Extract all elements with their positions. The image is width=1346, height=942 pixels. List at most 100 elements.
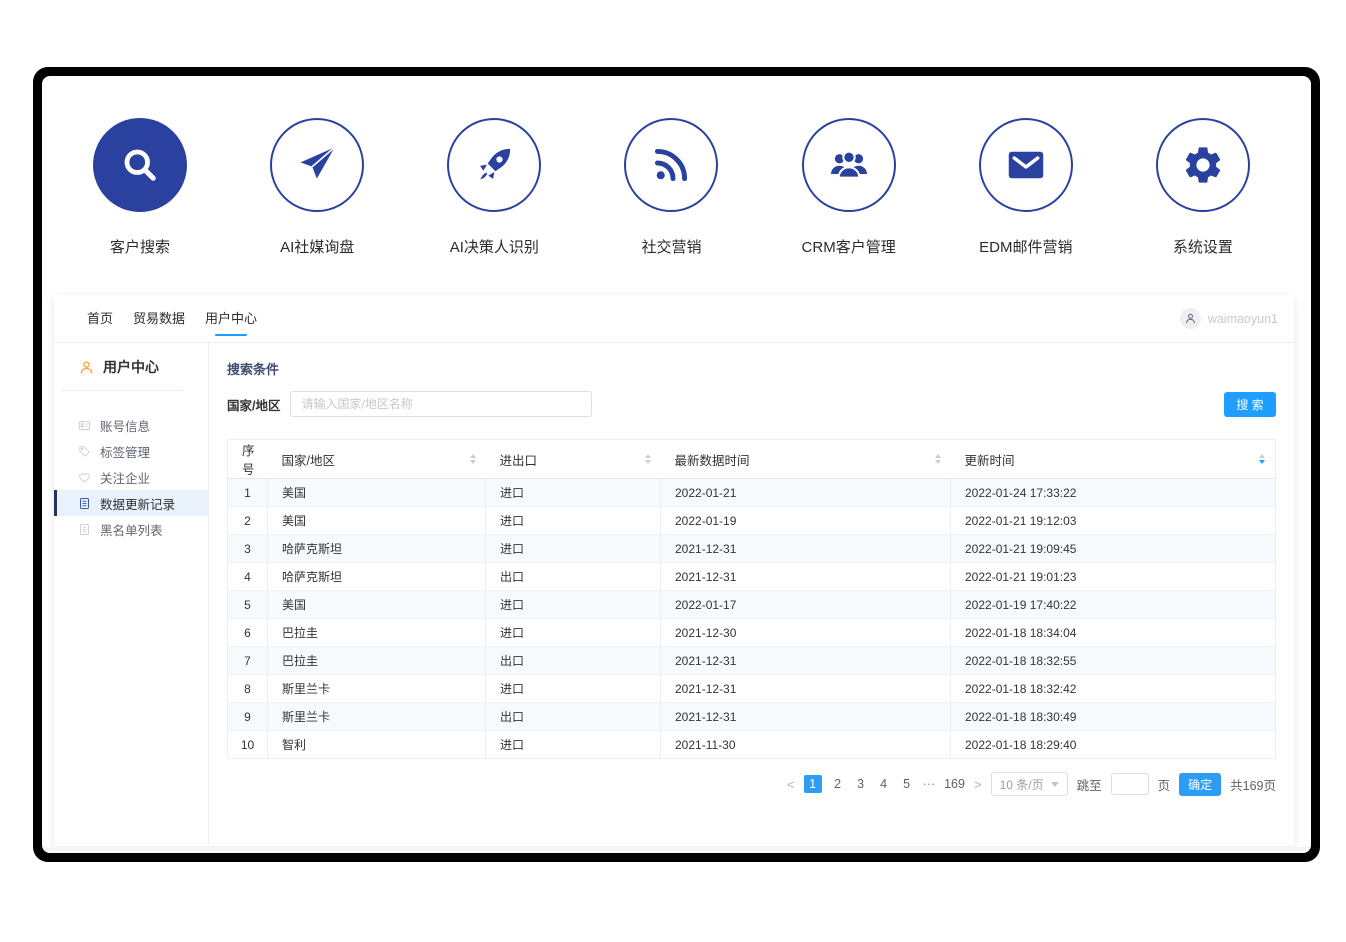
module-envelope[interactable]: EDM邮件营销 <box>966 118 1086 257</box>
module-rocket[interactable]: AI决策人识别 <box>434 118 554 257</box>
cell-country: 美国 <box>268 479 486 507</box>
pagination-ellipsis[interactable]: ··· <box>923 777 936 791</box>
data-update-table: 序号国家/地区进出口最新数据时间更新时间 1美国进口2022-01-212022… <box>227 439 1276 759</box>
cell-country: 智利 <box>268 731 486 759</box>
country-label: 国家/地区 <box>227 395 280 414</box>
cell-trade-type: 进口 <box>486 535 661 563</box>
confirm-button[interactable]: 确定 <box>1179 773 1221 796</box>
main-content: 搜索条件 国家/地区 搜 索 序号国家/地区进出口最新数据时间更新时间 1美国进… <box>209 343 1294 845</box>
envelope-icon <box>979 118 1073 212</box>
search-icon <box>93 118 187 212</box>
cell-update-time: 2022-01-21 19:09:45 <box>951 535 1276 563</box>
module-search[interactable]: 客户搜索 <box>80 118 200 257</box>
rss-icon <box>624 118 718 212</box>
page-button-4[interactable]: 4 <box>877 775 891 793</box>
module-paper-plane[interactable]: AI社媒询盘 <box>257 118 377 257</box>
username: waimaoyun1 <box>1208 312 1278 326</box>
sidebar-item-tag-management[interactable]: 标签管理 <box>54 438 208 464</box>
sidebar-item-label: 账号信息 <box>100 416 150 435</box>
sort-icon[interactable] <box>935 454 941 464</box>
table-row: 1美国进口2022-01-212022-01-24 17:33:22 <box>228 479 1276 507</box>
module-label: 社交营销 <box>641 236 701 257</box>
cell-serial: 10 <box>228 731 268 759</box>
column-header-update-time[interactable]: 更新时间 <box>951 440 1276 479</box>
cell-trade-type: 进口 <box>486 591 661 619</box>
column-header-country[interactable]: 国家/地区 <box>268 440 486 479</box>
page-button-2[interactable]: 2 <box>831 775 845 793</box>
cell-serial: 1 <box>228 479 268 507</box>
table-row: 6巴拉圭进口2021-12-302022-01-18 18:34:04 <box>228 619 1276 647</box>
tab-user-center[interactable]: 用户中心 <box>205 295 257 343</box>
cell-country: 美国 <box>268 507 486 535</box>
cell-country: 巴拉圭 <box>268 647 486 675</box>
table-row: 5美国进口2022-01-172022-01-19 17:40:22 <box>228 591 1276 619</box>
module-label: EDM邮件营销 <box>979 236 1072 257</box>
card-body: 用户中心 账号信息标签管理关注企业数据更新记录黑名单列表 搜索条件 国家/地区 … <box>54 343 1294 845</box>
cell-trade-type: 出口 <box>486 647 661 675</box>
sidebar-menu: 账号信息标签管理关注企业数据更新记录黑名单列表 <box>54 412 208 542</box>
module-rss[interactable]: 社交营销 <box>611 118 731 257</box>
table-row: 8斯里兰卡进口2021-12-312022-01-18 18:32:42 <box>228 675 1276 703</box>
cell-country: 哈萨克斯坦 <box>268 535 486 563</box>
page-size-select[interactable]: 10 条/页 <box>991 772 1068 796</box>
cell-country: 斯里兰卡 <box>268 675 486 703</box>
country-input[interactable] <box>290 391 592 417</box>
sort-icon[interactable] <box>1259 454 1265 464</box>
sidebar-item-account-info[interactable]: 账号信息 <box>54 412 208 438</box>
page-buttons: 12345 <box>804 775 914 793</box>
tab-home[interactable]: 首页 <box>87 295 113 343</box>
module-label: AI社媒询盘 <box>280 236 354 257</box>
cell-serial: 6 <box>228 619 268 647</box>
page-size-value: 10 条/页 <box>1000 776 1044 793</box>
prev-page-button[interactable]: < <box>787 777 795 792</box>
sort-icon[interactable] <box>470 454 476 464</box>
sidebar-item-blacklist[interactable]: 黑名单列表 <box>54 516 208 542</box>
page-button-1[interactable]: 1 <box>804 775 822 793</box>
cell-update-time: 2022-01-18 18:32:42 <box>951 675 1276 703</box>
module-users[interactable]: CRM客户管理 <box>789 118 909 257</box>
cell-serial: 3 <box>228 535 268 563</box>
cell-trade-type: 进口 <box>486 675 661 703</box>
next-page-button[interactable]: > <box>974 777 982 792</box>
cell-update-time: 2022-01-18 18:29:40 <box>951 731 1276 759</box>
cell-country: 美国 <box>268 591 486 619</box>
cell-serial: 8 <box>228 675 268 703</box>
cell-trade-type: 出口 <box>486 703 661 731</box>
sidebar-item-followed-companies[interactable]: 关注企业 <box>54 464 208 490</box>
sidebar-item-data-update-records[interactable]: 数据更新记录 <box>54 490 208 516</box>
page-button-3[interactable]: 3 <box>854 775 868 793</box>
module-label: 客户搜索 <box>110 236 170 257</box>
user-chip[interactable]: waimaoyun1 <box>1180 308 1278 329</box>
column-header-serial: 序号 <box>228 440 268 479</box>
tab-trade-data[interactable]: 贸易数据 <box>133 295 185 343</box>
cell-country: 哈萨克斯坦 <box>268 563 486 591</box>
cell-latest-data-time: 2022-01-17 <box>661 591 951 619</box>
cell-serial: 7 <box>228 647 268 675</box>
sidebar-item-label: 数据更新记录 <box>100 494 175 513</box>
module-gear[interactable]: 系统设置 <box>1143 118 1263 257</box>
device-frame: 客户搜索AI社媒询盘AI决策人识别社交营销CRM客户管理EDM邮件营销系统设置 … <box>33 67 1320 862</box>
users-icon <box>802 118 896 212</box>
sidebar-title: 用户中心 <box>103 357 159 377</box>
table-row: 2美国进口2022-01-192022-01-21 19:12:03 <box>228 507 1276 535</box>
main-card: 首页贸易数据用户中心 waimaoyun1 用户中心 账号信息标签管理关注企业数… <box>54 295 1294 846</box>
cell-serial: 4 <box>228 563 268 591</box>
search-button[interactable]: 搜 索 <box>1224 392 1276 417</box>
rocket-icon <box>447 118 541 212</box>
chevron-down-icon <box>1051 782 1059 787</box>
table-row: 9斯里兰卡出口2021-12-312022-01-18 18:30:49 <box>228 703 1276 731</box>
cell-latest-data-time: 2021-11-30 <box>661 731 951 759</box>
search-form: 国家/地区 搜 索 <box>227 391 1276 417</box>
column-header-trade-type[interactable]: 进出口 <box>486 440 661 479</box>
sidebar: 用户中心 账号信息标签管理关注企业数据更新记录黑名单列表 <box>54 343 209 845</box>
jump-page-input[interactable] <box>1111 773 1149 795</box>
page-button-169[interactable]: 169 <box>944 775 965 793</box>
table-row: 4哈萨克斯坦出口2021-12-312022-01-21 19:01:23 <box>228 563 1276 591</box>
sidebar-header: 用户中心 <box>78 357 208 377</box>
total-pages-label: 共169页 <box>1230 775 1276 794</box>
column-header-latest-data-time[interactable]: 最新数据时间 <box>661 440 951 479</box>
page-button-5[interactable]: 5 <box>900 775 914 793</box>
table-header-row: 序号国家/地区进出口最新数据时间更新时间 <box>228 440 1276 479</box>
sort-icon[interactable] <box>645 454 651 464</box>
cell-update-time: 2022-01-18 18:32:55 <box>951 647 1276 675</box>
